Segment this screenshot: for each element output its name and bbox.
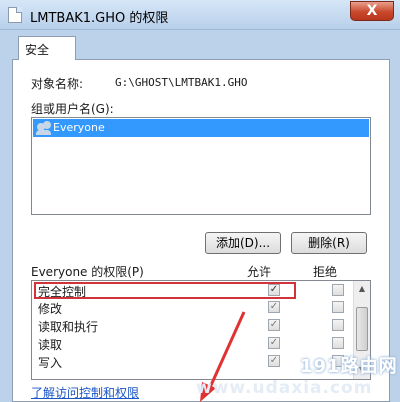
security-panel: 对象名称: G:\GHOST\LMTBAK1.GHO 组或用户名(G): Eve… (12, 59, 390, 402)
permission-row-read-execute: 读取和执行 ✓ (32, 317, 354, 334)
remove-button[interactable]: 删除(R) (291, 232, 367, 254)
deny-checkbox[interactable] (332, 337, 344, 349)
groups-label: 组或用户名(G): (31, 102, 114, 116)
permission-row-read: 读取 ✓ (32, 335, 354, 352)
permissions-label: Everyone 的权限(P) (31, 265, 144, 279)
permission-row-modify: 修改 ✓ (32, 299, 354, 316)
allow-checkbox[interactable]: ✓ (268, 319, 280, 331)
permission-row-full-control: 完全控制 ✓ (32, 282, 354, 299)
deny-checkbox[interactable] (332, 284, 344, 296)
allow-checkbox[interactable]: ✓ (268, 301, 280, 313)
permission-name: 读取和执行 (38, 320, 99, 334)
close-button[interactable]: X (350, 1, 394, 21)
deny-header: 拒绝 (313, 265, 338, 279)
permission-name: 读取 (38, 338, 63, 352)
object-name-label: 对象名称: (31, 77, 84, 91)
allow-header: 允许 (247, 265, 272, 279)
deny-checkbox[interactable] (332, 301, 344, 313)
permission-name: 写入 (38, 356, 63, 370)
allow-checkbox[interactable]: ✓ (268, 355, 280, 367)
access-control-link[interactable]: 了解访问控制和权限 (31, 384, 139, 401)
tab-security[interactable]: 安全 (18, 36, 76, 60)
users-icon (36, 121, 52, 135)
allow-checkbox[interactable]: ✓ (268, 337, 280, 349)
document-icon (8, 7, 22, 23)
object-name-value: G:\GHOST\LMTBAK1.GHO (115, 76, 248, 89)
watermark-logo: 191路由网 (300, 356, 398, 377)
permission-name: 修改 (38, 302, 63, 316)
deny-checkbox[interactable] (332, 319, 344, 331)
groups-listbox[interactable]: Everyone (31, 117, 371, 215)
add-button[interactable]: 添加(D)... (205, 232, 281, 254)
allow-checkbox[interactable]: ✓ (268, 284, 280, 296)
watermark-url: www.udaxia.com (196, 378, 373, 398)
permission-name: 完全控制 (38, 285, 87, 299)
list-item-label: Everyone (53, 121, 105, 134)
title-bar: LMTBAK1.GHO 的权限 X (0, 0, 400, 30)
list-item[interactable]: Everyone (33, 119, 369, 137)
window-title: LMTBAK1.GHO 的权限 (30, 11, 169, 26)
scroll-up-icon[interactable]: ▲ (355, 282, 369, 296)
scroll-thumb[interactable] (356, 307, 368, 351)
